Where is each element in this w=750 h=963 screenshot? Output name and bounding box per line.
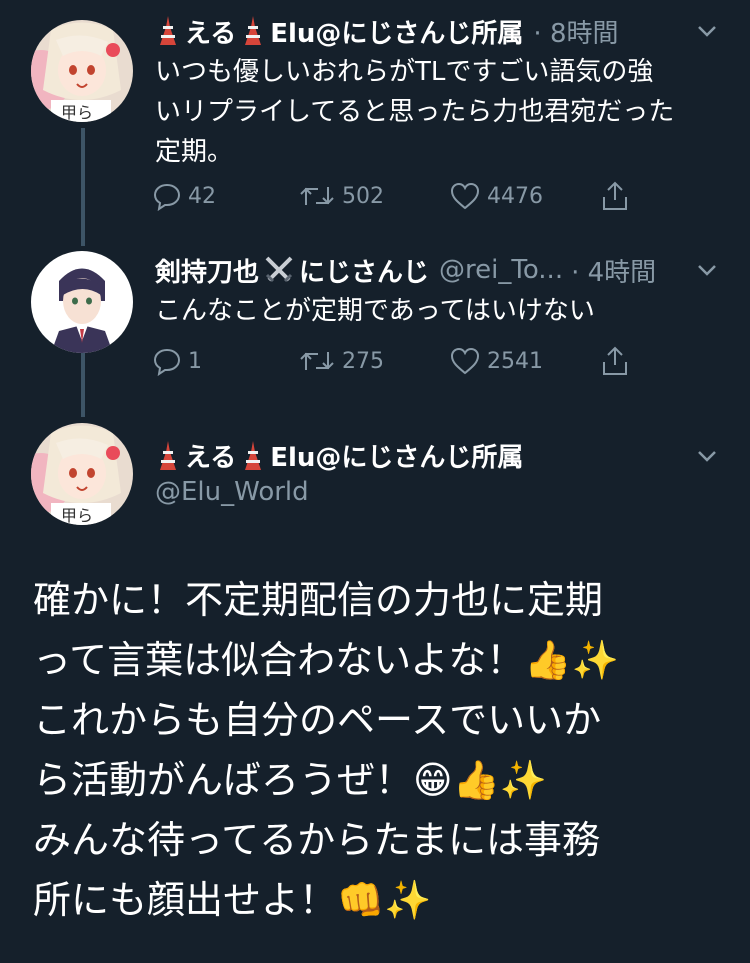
main-tweet-line: 確かに！不定期配信の力也に定期 [33, 578, 604, 622]
like-icon [450, 347, 480, 375]
chevron-down-icon[interactable] [694, 443, 720, 469]
tweet-actions: 42 502 4476 [152, 176, 642, 216]
avatar-elu-image: 甲ら [31, 20, 133, 122]
thread-connector [81, 352, 85, 417]
tweet-text-line: 定期。 [155, 137, 234, 167]
thread-connector [81, 128, 85, 246]
share-icon [603, 181, 627, 210]
svg-text:甲ら: 甲ら [61, 506, 93, 525]
tokyo-tower-emoji-icon [160, 16, 176, 45]
like-count: 2541 [487, 348, 543, 374]
retweet-icon [300, 187, 334, 205]
retweet-count: 502 [342, 183, 384, 209]
svg-text:甲ら: 甲ら [61, 103, 93, 122]
user-handle[interactable]: @rei_To... [439, 255, 563, 285]
display-name[interactable]: 剣持刀也 にじさんじ [155, 252, 429, 289]
name-text: にじさんじ [299, 257, 430, 288]
like-count: 4476 [487, 183, 543, 209]
main-tweet-line: ら活動がんばろうぜ！😁👍✨ [33, 758, 548, 802]
tweet-text: こんなことが定期であってはいけない [155, 296, 595, 326]
tweet-text-line: いつも優しいおれらがTLですごい語気の強 [155, 57, 654, 87]
name-text: える [185, 443, 237, 473]
avatar-elu-image: 甲ら [31, 423, 133, 525]
reply-count: 42 [188, 183, 216, 209]
name-text: 剣持刀也 [155, 257, 260, 288]
main-tweet-line: 所にも顔出せよ！👊✨ [33, 878, 432, 922]
name-text: Elu@にじさんじ所属 [270, 443, 524, 473]
tweet1-header: える Elu@にじさんじ所属 · 8時間 [155, 11, 619, 51]
reply-count: 1 [188, 348, 202, 374]
display-name[interactable]: える Elu@にじさんじ所属 [155, 13, 523, 50]
avatar-toya-image [31, 251, 133, 353]
avatar-elu[interactable]: 甲ら [31, 20, 133, 122]
reply-button[interactable]: 42 [152, 176, 216, 216]
retweet-button[interactable]: 502 [298, 176, 384, 216]
main-tweet-line: これからも自分のペースでいいか [33, 698, 602, 742]
main-tweet-text: 確かに！不定期配信の力也に定期 って言葉は似合わないよな！👍✨ これからも自分の… [33, 570, 733, 930]
tokyo-tower-emoji-icon [245, 440, 262, 470]
name-text: える [185, 18, 237, 49]
retweet-count: 275 [342, 348, 384, 374]
tweet-time[interactable]: · 4時間 [571, 252, 656, 289]
chevron-down-icon[interactable] [694, 257, 720, 283]
avatar-elu[interactable]: 甲ら [31, 423, 133, 525]
share-button[interactable] [600, 341, 630, 381]
reply-button[interactable]: 1 [152, 341, 202, 381]
main-tweet-line: って言葉は似合わないよな！👍✨ [33, 638, 619, 682]
crossed-swords-emoji-icon [265, 256, 293, 283]
share-icon [603, 346, 627, 375]
reply-icon [153, 348, 181, 376]
name-text: Elu@にじさんじ所属 [270, 18, 524, 49]
share-button[interactable] [600, 176, 630, 216]
like-button[interactable]: 4476 [449, 176, 543, 216]
tweet-actions: 1 275 2541 [152, 341, 642, 381]
reply-icon [153, 183, 181, 211]
tweet-text-line: いリプライしてると思ったら力也君宛だった [155, 97, 675, 127]
like-icon [450, 182, 480, 210]
user-handle[interactable]: @Elu_World [155, 477, 309, 507]
like-button[interactable]: 2541 [449, 341, 543, 381]
display-name[interactable]: える Elu@にじさんじ所属 [155, 437, 523, 474]
tweet-text: いつも優しいおれらがTLですごい語気の強 いリプライしてると思ったら力也君宛だっ… [155, 52, 725, 172]
retweet-button[interactable]: 275 [298, 341, 384, 381]
tweet-time[interactable]: · 8時間 [533, 13, 618, 50]
main-tweet-line: みんな待ってるからたまには事務 [33, 818, 600, 862]
avatar-toya[interactable] [31, 251, 133, 353]
tokyo-tower-emoji-icon [160, 440, 176, 470]
retweet-icon [300, 352, 334, 370]
tweet2-header: 剣持刀也 にじさんじ @rei_To... · 4時間 [155, 250, 656, 290]
chevron-down-icon[interactable] [694, 18, 720, 44]
tokyo-tower-emoji-icon [245, 16, 262, 45]
